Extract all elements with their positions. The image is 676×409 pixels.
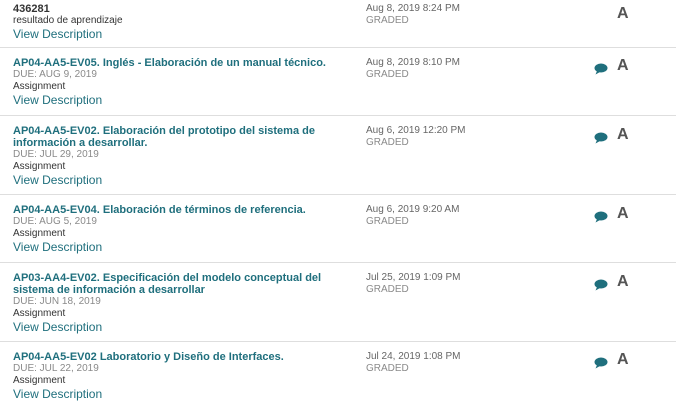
comment-icon[interactable] xyxy=(594,132,608,144)
item-date-info: Aug 8, 2019 8:10 PM GRADED xyxy=(366,57,566,81)
comment-icon[interactable] xyxy=(594,63,608,75)
item-type: Assignment xyxy=(13,161,66,172)
view-description-link[interactable]: View Description xyxy=(13,93,353,107)
item-title: 436281 xyxy=(13,3,50,15)
grade-value: A xyxy=(617,5,629,22)
item-type: Assignment xyxy=(13,228,66,239)
grade-value: A xyxy=(617,351,629,368)
grade-row: 436281 resultado de aprendizaje View Des… xyxy=(0,0,676,48)
view-description-link[interactable]: View Description xyxy=(13,27,353,41)
item-info: AP04-AA5-EV04. Elaboración de términos d… xyxy=(13,204,353,254)
item-status: GRADED xyxy=(366,363,409,374)
grade-cell: A xyxy=(590,57,640,77)
item-status: GRADED xyxy=(366,216,409,227)
grade-value: A xyxy=(617,126,629,143)
grade-row: AP04-AA5-EV02. Elaboración del prototipo… xyxy=(0,116,676,195)
grade-value: A xyxy=(617,57,629,74)
item-due-date: DUE: AUG 5, 2019 xyxy=(13,216,97,227)
grade-cell: A xyxy=(590,205,640,225)
item-date-info: Jul 25, 2019 1:09 PM GRADED xyxy=(366,272,566,296)
item-date-info: Jul 24, 2019 1:08 PM GRADED xyxy=(366,351,566,375)
item-info: AP04-AA5-EV02 Laboratorio y Diseño de In… xyxy=(13,351,353,401)
grade-row: AP03-AA4-EV02. Especificación del modelo… xyxy=(0,263,676,342)
grade-row: AP04-AA5-EV04. Elaboración de términos d… xyxy=(0,195,676,263)
item-type: resultado de aprendizaje xyxy=(13,15,123,26)
grade-row: AP04-AA5-EV02 Laboratorio y Diseño de In… xyxy=(0,342,676,409)
item-info: AP04-AA5-EV05. Inglés - Elaboración de u… xyxy=(13,57,353,107)
item-type: Assignment xyxy=(13,308,66,319)
grade-cell: A xyxy=(590,351,640,371)
item-status: GRADED xyxy=(366,137,409,148)
grade-row: AP04-AA5-EV05. Inglés - Elaboración de u… xyxy=(0,48,676,116)
item-date: Aug 8, 2019 8:24 PM xyxy=(366,3,460,14)
item-info: AP04-AA5-EV02. Elaboración del prototipo… xyxy=(13,125,353,187)
item-status: GRADED xyxy=(366,284,409,295)
comment-icon[interactable] xyxy=(594,279,608,291)
item-status: GRADED xyxy=(366,69,409,80)
item-type: Assignment xyxy=(13,81,66,92)
item-type: Assignment xyxy=(13,375,66,386)
item-date: Jul 25, 2019 1:09 PM xyxy=(366,272,461,283)
item-date: Aug 8, 2019 8:10 PM xyxy=(366,57,460,68)
view-description-link[interactable]: View Description xyxy=(13,387,353,401)
grade-cell: A xyxy=(590,5,640,25)
item-date: Aug 6, 2019 9:20 AM xyxy=(366,204,460,215)
item-date: Aug 6, 2019 12:20 PM xyxy=(366,125,466,136)
view-description-link[interactable]: View Description xyxy=(13,320,353,334)
item-title-link[interactable]: AP04-AA5-EV02 Laboratorio y Diseño de In… xyxy=(13,351,353,363)
item-due-date: DUE: JUN 18, 2019 xyxy=(13,296,101,307)
view-description-link[interactable]: View Description xyxy=(13,173,353,187)
grade-cell: A xyxy=(590,126,640,146)
grade-value: A xyxy=(617,205,629,222)
item-due-date: DUE: JUL 22, 2019 xyxy=(13,363,99,374)
view-description-link[interactable]: View Description xyxy=(13,240,353,254)
comment-icon[interactable] xyxy=(594,357,608,369)
item-date-info: Aug 6, 2019 9:20 AM GRADED xyxy=(366,204,566,228)
grade-cell: A xyxy=(590,273,640,293)
item-date-info: Aug 6, 2019 12:20 PM GRADED xyxy=(366,125,566,149)
item-due-date: DUE: JUL 29, 2019 xyxy=(13,149,99,160)
comment-icon[interactable] xyxy=(594,211,608,223)
grade-value: A xyxy=(617,273,629,290)
item-info: AP03-AA4-EV02. Especificación del modelo… xyxy=(13,272,353,334)
item-title-link[interactable]: AP04-AA5-EV02. Elaboración del prototipo… xyxy=(13,125,353,149)
item-title-link[interactable]: AP04-AA5-EV05. Inglés - Elaboración de u… xyxy=(13,57,353,69)
item-due-date: DUE: AUG 9, 2019 xyxy=(13,69,97,80)
item-status: GRADED xyxy=(366,15,409,26)
item-date-info: Aug 8, 2019 8:24 PM GRADED xyxy=(366,3,566,27)
item-info: 436281 resultado de aprendizaje View Des… xyxy=(13,3,353,41)
item-title-link[interactable]: AP03-AA4-EV02. Especificación del modelo… xyxy=(13,272,353,296)
item-date: Jul 24, 2019 1:08 PM xyxy=(366,351,461,362)
item-title-link[interactable]: AP04-AA5-EV04. Elaboración de términos d… xyxy=(13,204,353,216)
